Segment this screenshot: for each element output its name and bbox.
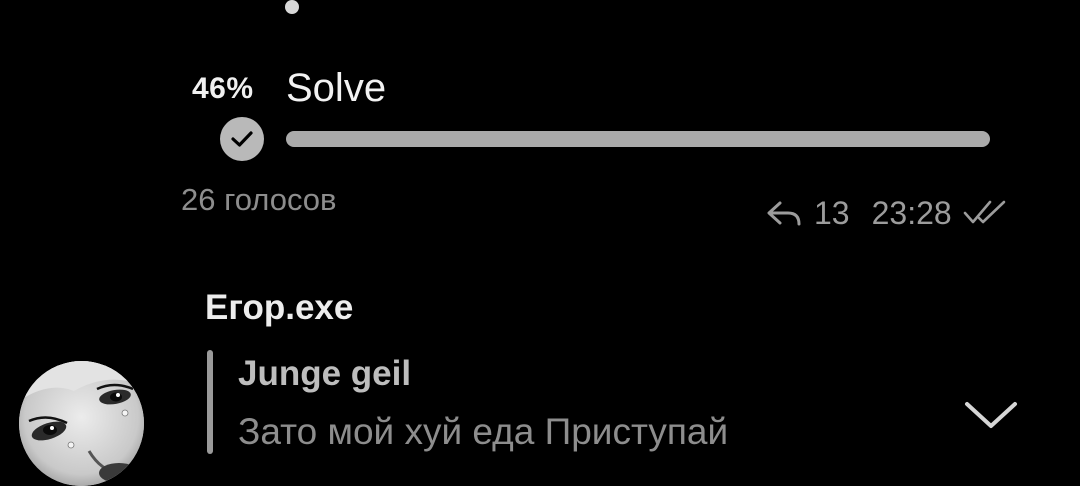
- check-icon: [220, 117, 264, 161]
- poll-vote-count[interactable]: 26 голосов: [181, 182, 337, 218]
- message-time: 23:28: [871, 194, 952, 231]
- chevron-down-icon[interactable]: [963, 398, 1019, 432]
- avatar[interactable]: [19, 361, 144, 486]
- forward-count: 13: [814, 194, 850, 231]
- message-author-name[interactable]: Егор.exe: [205, 288, 353, 328]
- reply-author-name[interactable]: Junge geil: [238, 354, 411, 394]
- reply-quote-bar: [207, 350, 213, 454]
- poll-result-bar-fill: [286, 131, 990, 147]
- reply-preview-text[interactable]: Зато мой хуй еда Приступай: [238, 411, 728, 453]
- message-meta: 13 23:28: [766, 193, 1010, 233]
- poll-option-percent: 46%: [192, 72, 254, 105]
- poll-option-dot: [285, 0, 299, 14]
- poll-option-label[interactable]: Solve: [286, 66, 386, 111]
- double-check-icon: [962, 198, 1010, 228]
- share-arrow-icon: [766, 199, 804, 227]
- poll-result-bar: [286, 131, 990, 147]
